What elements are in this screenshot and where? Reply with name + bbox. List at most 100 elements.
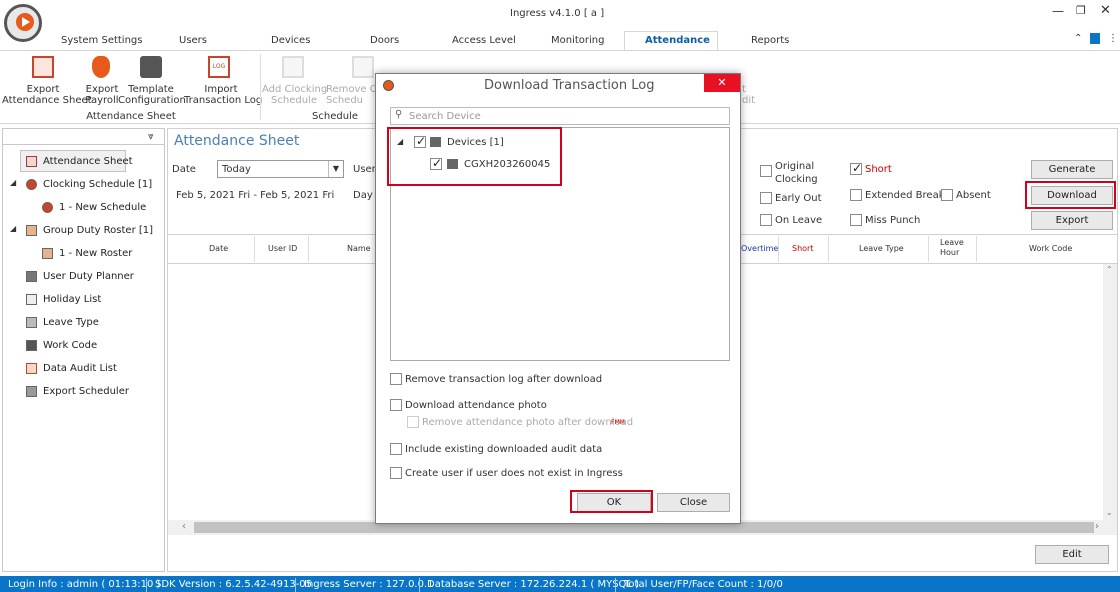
search-icon: ⚲: [395, 109, 403, 120]
expand-arrow-icon[interactable]: ◢: [10, 224, 16, 233]
generate-button[interactable]: Generate: [1031, 160, 1113, 179]
ribbon-menu-icon[interactable]: ⋮: [1108, 33, 1118, 44]
column-divider: [828, 236, 829, 262]
sandals-icon: [26, 293, 37, 305]
sidebar-item-label: Holiday List: [43, 293, 102, 305]
sidebar-item-export-scheduler[interactable]: Export Scheduler: [26, 381, 129, 401]
close-button[interactable]: Close: [657, 493, 730, 512]
calendar-icon: [26, 316, 37, 328]
column-header-user-id[interactable]: User ID: [268, 244, 297, 253]
on-leave-checkbox[interactable]: [760, 214, 772, 226]
tab-access-level[interactable]: Access Level: [452, 35, 516, 46]
column-header-name[interactable]: Name: [347, 244, 371, 253]
scroll-up-arrow-icon[interactable]: ⌃: [1106, 265, 1113, 274]
export-attendance-icon: [32, 56, 54, 78]
sidebar-item-group-duty-roster[interactable]: Group Duty Roster [1]: [26, 220, 153, 240]
tab-attendance[interactable]: Attendance: [645, 35, 710, 46]
window-title: Ingress v4.1.0 [ a ]: [510, 8, 605, 19]
user-label: User: [353, 164, 376, 175]
clock-icon: [26, 178, 37, 190]
restore-icon[interactable]: ❐: [1076, 4, 1086, 17]
sidebar-item-label: 1 - New Schedule: [59, 201, 147, 213]
remove-log-checkbox[interactable]: [390, 373, 402, 385]
column-header-leave-hour[interactable]: Leave Hour: [940, 238, 964, 258]
scroll-down-arrow-icon[interactable]: ⌄: [1106, 508, 1113, 517]
add-clocking-button[interactable]: Add Clocking Schedule: [262, 84, 327, 106]
column-header-short[interactable]: Short: [792, 244, 813, 253]
column-header-leave-type[interactable]: Leave Type: [859, 244, 904, 253]
extended-break-checkbox[interactable]: [850, 189, 862, 201]
miss-punch-checkbox[interactable]: [850, 214, 862, 226]
pin-icon[interactable]: ⩔: [148, 131, 154, 142]
download-photo-label: Download attendance photo: [405, 400, 547, 411]
date-select[interactable]: Today ▼: [217, 160, 344, 178]
import-log-button[interactable]: Import Transaction Log: [184, 84, 262, 106]
status-login: Login Info : admin ( 01:13:10 ): [8, 579, 161, 590]
device-tree-highlight: [387, 127, 562, 186]
template-config-button[interactable]: Template Configuration: [118, 84, 186, 106]
sidebar-item-new-roster[interactable]: 1 - New Roster: [42, 243, 132, 263]
sidebar-item-label: Work Code: [43, 339, 98, 351]
sidebar-item-clocking-schedule[interactable]: Clocking Schedule [1]: [26, 174, 152, 194]
sidebar-item-leave-type[interactable]: Leave Type: [26, 312, 99, 332]
tab-system-settings[interactable]: System Settings: [61, 35, 142, 46]
export-payroll-button[interactable]: Export Payroll: [82, 84, 122, 106]
tab-reports[interactable]: Reports: [751, 35, 789, 46]
create-user-checkbox[interactable]: [390, 467, 402, 479]
column-header-date[interactable]: Date: [209, 244, 228, 253]
scroll-left-arrow-icon[interactable]: ‹: [182, 521, 186, 532]
tab-devices[interactable]: Devices: [271, 35, 310, 46]
sidebar-header-divider: [2, 144, 165, 145]
dialog-close-button[interactable]: ✕: [704, 74, 740, 92]
close-icon[interactable]: ✕: [1100, 3, 1111, 18]
column-divider: [778, 236, 779, 262]
sidebar-item-new-schedule[interactable]: 1 - New Schedule: [42, 197, 146, 217]
dialog-app-icon: [383, 80, 394, 91]
tab-users[interactable]: Users: [179, 35, 207, 46]
short-checkbox[interactable]: [850, 161, 862, 175]
minimize-icon[interactable]: —: [1052, 4, 1064, 18]
roster-icon: [42, 247, 53, 259]
collapse-ribbon-icon[interactable]: ⌃: [1074, 33, 1082, 44]
template-config-icon: [140, 56, 162, 78]
include-audit-checkbox[interactable]: [390, 443, 402, 455]
include-audit-label: Include existing downloaded audit data: [405, 444, 603, 455]
sidebar-item-data-audit-list[interactable]: Data Audit List: [26, 358, 117, 378]
remove-clocking-button[interactable]: Remove C Schedu: [326, 84, 376, 106]
edit-button-partial[interactable]: t dit: [742, 84, 762, 106]
column-header-overtime[interactable]: Overtime: [741, 244, 778, 253]
absent-checkbox[interactable]: [941, 189, 953, 201]
tab-doors[interactable]: Doors: [370, 35, 399, 46]
page-title: Attendance Sheet: [174, 133, 300, 149]
extended-break-label: Extended Break: [865, 190, 945, 201]
download-photo-checkbox[interactable]: [390, 399, 402, 411]
sidebar-item-holiday-list[interactable]: Holiday List: [26, 289, 101, 309]
sidebar-item-user-duty-planner[interactable]: User Duty Planner: [26, 266, 134, 286]
sidebar-item-label: Clocking Schedule [1]: [43, 178, 153, 190]
ribbon-divider: [260, 54, 261, 120]
ok-highlight: [570, 490, 653, 513]
column-header-work-code[interactable]: Work Code: [1029, 244, 1072, 253]
early-out-checkbox[interactable]: [760, 192, 772, 204]
date-range: Feb 5, 2021 Fri - Feb 5, 2021 Fri: [176, 190, 335, 201]
sidebar-item-work-code[interactable]: Work Code: [26, 335, 97, 355]
short-label: Short: [865, 164, 892, 175]
tab-monitoring[interactable]: Monitoring: [551, 35, 604, 46]
briefcase-icon: [26, 270, 37, 282]
expand-arrow-icon[interactable]: ◢: [10, 178, 16, 187]
export-attendance-button[interactable]: Export Attendance Sheet: [2, 84, 92, 106]
edit-button[interactable]: Edit: [1035, 545, 1109, 564]
office-icon: [1090, 33, 1100, 44]
attendance-sheet-icon: [26, 155, 37, 167]
sidebar-item-label: Data Audit List: [43, 362, 117, 374]
chevron-down-icon: ▼: [328, 161, 343, 177]
remove-photo-checkbox[interactable]: [407, 416, 419, 428]
status-divider: [146, 578, 147, 592]
ribbon-group-schedule: Schedule: [312, 111, 358, 122]
original-clocking-checkbox[interactable]: [760, 165, 772, 177]
sidebar-item-attendance-sheet[interactable]: Attendance Sheet: [26, 151, 133, 171]
dialog-search-box[interactable]: ⚲ Search Device: [390, 107, 730, 125]
scroll-right-arrow-icon[interactable]: ›: [1095, 521, 1099, 532]
vertical-scrollbar[interactable]: [1103, 264, 1117, 520]
export-button[interactable]: Export: [1031, 211, 1113, 230]
